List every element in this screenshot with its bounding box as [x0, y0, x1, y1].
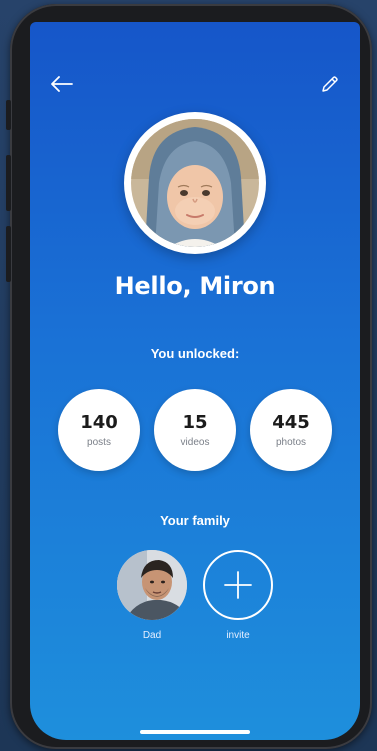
profile-avatar[interactable]: [124, 112, 266, 254]
stat-label: posts: [87, 436, 111, 448]
invite-label: invite: [226, 630, 250, 641]
family-row: Dad invite: [30, 550, 360, 641]
invite-member[interactable]: invite: [202, 550, 274, 641]
stat-photos[interactable]: 445 photos: [250, 389, 332, 471]
pencil-icon[interactable]: [316, 70, 344, 98]
dad-photo: [117, 550, 187, 620]
invite-button[interactable]: [203, 550, 273, 620]
greeting-heading: Hello, Miron: [114, 272, 276, 300]
family-member-name: Dad: [142, 630, 162, 641]
stats-row: 140 posts 15 videos 445 photos: [30, 389, 360, 471]
unlocked-label: You unlocked:: [150, 346, 240, 361]
stat-label: videos: [180, 436, 210, 448]
side-button-volume-down: [6, 226, 11, 282]
family-member-dad[interactable]: Dad: [116, 550, 188, 641]
stat-posts[interactable]: 140 posts: [58, 389, 140, 471]
stat-videos[interactable]: 15 videos: [154, 389, 236, 471]
device-background: Hello, Miron You unlocked: 140 posts 15 …: [0, 0, 377, 751]
stat-value: 15: [182, 411, 208, 433]
stat-value: 445: [272, 411, 310, 433]
stat-label: photos: [275, 436, 307, 448]
back-arrow-icon[interactable]: [48, 70, 76, 98]
child-photo: [131, 119, 259, 247]
app-screen: Hello, Miron You unlocked: 140 posts 15 …: [30, 22, 360, 740]
home-indicator[interactable]: [140, 730, 250, 734]
stat-value: 140: [80, 411, 118, 433]
side-button-mute: [6, 100, 11, 130]
family-label: Your family: [160, 513, 230, 528]
side-button-volume-up: [6, 155, 11, 211]
plus-icon: [224, 571, 252, 599]
